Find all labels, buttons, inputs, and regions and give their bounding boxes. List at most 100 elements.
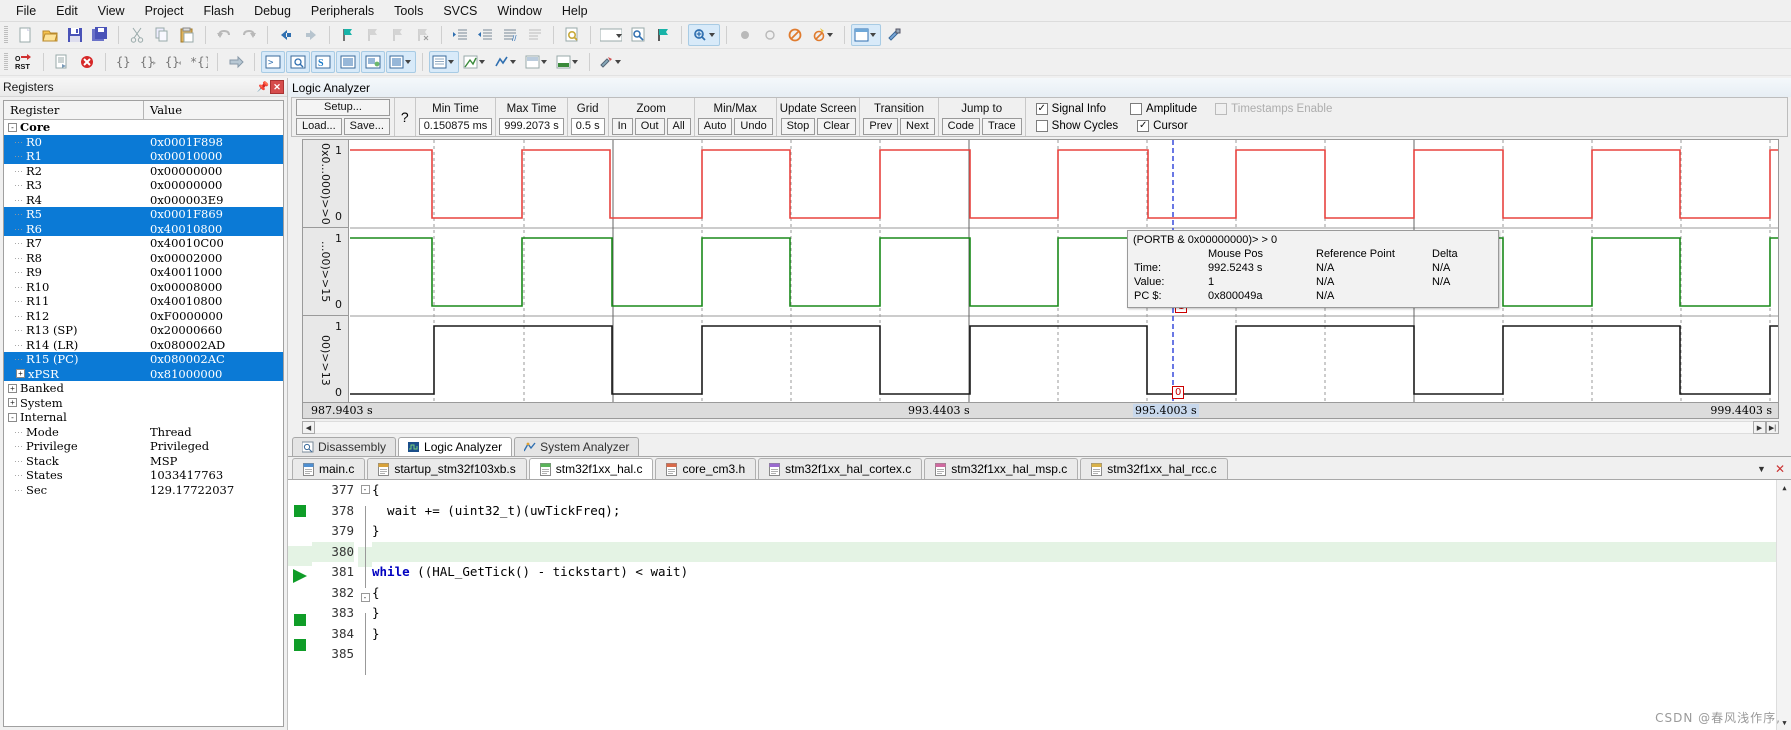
menu-item-peripherals[interactable]: Peripherals bbox=[301, 1, 384, 21]
comment-icon[interactable]: // bbox=[498, 24, 522, 46]
register-value[interactable]: 0x40010800 bbox=[144, 294, 222, 308]
menu-item-svcs[interactable]: SVCS bbox=[433, 1, 487, 21]
register-row[interactable]: ··· R3 0x00000000 bbox=[4, 178, 283, 193]
register-row[interactable]: ··· R8 0x00002000 bbox=[4, 251, 283, 266]
symbols-window-icon[interactable]: S bbox=[311, 51, 335, 73]
jump-to-trace-button[interactable]: Trace bbox=[981, 117, 1022, 135]
pc-marker[interactable] bbox=[288, 569, 312, 590]
register-value[interactable]: Thread bbox=[144, 425, 192, 439]
find-in-files-icon[interactable] bbox=[560, 24, 584, 46]
file-tab-stm32f1xx-hal-cortex-c[interactable]: stm32f1xx_hal_cortex.c bbox=[758, 458, 923, 479]
signal-label-2[interactable]: 00)>>13 bbox=[303, 316, 349, 402]
register-row[interactable]: ··· Stack MSP bbox=[4, 454, 283, 469]
code-line[interactable]: { bbox=[372, 480, 1791, 501]
window-layout-icon[interactable] bbox=[851, 24, 881, 46]
paste-icon[interactable] bbox=[175, 24, 199, 46]
collapse-icon[interactable]: - bbox=[8, 412, 17, 422]
minmax-auto-button[interactable]: Auto bbox=[697, 117, 733, 135]
register-value[interactable]: 0x00000000 bbox=[144, 178, 222, 192]
gutter-cell[interactable] bbox=[288, 480, 312, 501]
analysis-window-icon[interactable] bbox=[491, 51, 521, 73]
update-clear-button[interactable]: Clear bbox=[817, 117, 856, 135]
registers-tree[interactable]: Register Value - Core ··· R0 0x0001F898 ··· R1… bbox=[3, 100, 284, 727]
jump-to-code-button[interactable]: Code bbox=[941, 117, 980, 135]
register-value[interactable]: 0x00002000 bbox=[144, 251, 222, 265]
find-combo-box[interactable] bbox=[597, 24, 625, 46]
code-line[interactable]: } bbox=[372, 603, 1791, 624]
code-scroll-up-button[interactable]: ▲ bbox=[1777, 480, 1791, 495]
outdent-icon[interactable] bbox=[473, 24, 497, 46]
cut-icon[interactable] bbox=[125, 24, 149, 46]
code-line[interactable]: } bbox=[372, 521, 1791, 542]
zoom-in-button[interactable]: In bbox=[611, 117, 633, 135]
gutter-cell[interactable] bbox=[288, 659, 312, 680]
scroll-left-button[interactable]: ◀ bbox=[302, 421, 315, 434]
bookmark-clear-icon[interactable] bbox=[411, 24, 435, 46]
register-value[interactable]: 0x81000000 bbox=[144, 367, 222, 381]
step-out-icon[interactable]: {} bbox=[162, 51, 186, 73]
expand-icon[interactable]: + bbox=[16, 369, 25, 379]
fold-toggle[interactable]: - bbox=[358, 592, 372, 614]
watch-window-icon[interactable] bbox=[386, 51, 416, 73]
step-over-icon[interactable]: {} bbox=[137, 51, 161, 73]
min-time-value[interactable]: 0.150875 ms bbox=[418, 117, 493, 135]
register-value[interactable]: 0x000003E9 bbox=[144, 193, 223, 207]
cursor-checkbox[interactable]: ✓ bbox=[1137, 119, 1150, 132]
tab-system-analyzer[interactable]: System Analyzer bbox=[514, 437, 640, 456]
register-row[interactable]: - Internal bbox=[4, 410, 283, 425]
fold-toggle[interactable]: - bbox=[358, 485, 372, 506]
call-stack-window-icon[interactable] bbox=[361, 51, 385, 73]
open-file-icon[interactable] bbox=[38, 24, 62, 46]
breakpoint-marker[interactable] bbox=[288, 504, 312, 526]
register-row[interactable]: ··· R12 0xF0000000 bbox=[4, 309, 283, 324]
zoom-all-button[interactable]: All bbox=[666, 117, 691, 135]
register-value[interactable]: 0x0001F869 bbox=[144, 207, 223, 221]
setup-button[interactable]: Setup... bbox=[296, 99, 390, 116]
memory-window-icon[interactable] bbox=[429, 51, 459, 73]
file-tab-stm32f1xx-hal-c[interactable]: stm32f1xx_hal.c bbox=[528, 458, 654, 479]
file-tab-main-c[interactable]: main.c bbox=[292, 458, 366, 479]
register-row[interactable]: ··· R6 0x40010800 bbox=[4, 221, 283, 236]
code-line[interactable] bbox=[372, 541, 1791, 562]
register-row[interactable]: ··· R14 (LR) 0x080002AD bbox=[4, 338, 283, 353]
step-icon[interactable]: {} bbox=[112, 51, 136, 73]
menu-item-help[interactable]: Help bbox=[552, 1, 598, 21]
register-value[interactable]: 0x080002AC bbox=[144, 352, 225, 366]
run-to-cursor-icon[interactable]: *{} bbox=[187, 51, 211, 73]
register-row[interactable]: ··· Privilege Privileged bbox=[4, 439, 283, 454]
register-row[interactable]: ··· R10 0x00008000 bbox=[4, 280, 283, 295]
bookmark-next-icon[interactable] bbox=[386, 24, 410, 46]
menu-item-edit[interactable]: Edit bbox=[46, 1, 88, 21]
breakpoint-marker[interactable] bbox=[288, 638, 312, 660]
new-file-icon[interactable] bbox=[13, 24, 37, 46]
save-all-icon[interactable] bbox=[88, 24, 112, 46]
register-row[interactable]: ··· R13 (SP) 0x20000660 bbox=[4, 323, 283, 338]
register-value[interactable]: 0x20000660 bbox=[144, 323, 222, 337]
scroll-track[interactable] bbox=[315, 421, 1753, 434]
code-line[interactable]: while ((HAL_GetTick() - tickstart) < wai… bbox=[372, 562, 1791, 583]
code-line[interactable] bbox=[372, 644, 1791, 665]
transition-next-button[interactable]: Next bbox=[900, 117, 935, 135]
flag-icon[interactable] bbox=[651, 24, 675, 46]
gutter-cell[interactable] bbox=[288, 590, 312, 611]
file-tab-stm32f1xx-hal-msp-c[interactable]: stm32f1xx_hal_msp.c bbox=[924, 458, 1079, 479]
menu-item-window[interactable]: Window bbox=[487, 1, 551, 21]
copy-icon[interactable] bbox=[150, 24, 174, 46]
register-value[interactable]: 1033417763 bbox=[144, 468, 223, 482]
waveform-canvas[interactable]: 0x0...000)>>0 ...00)>>15 00)>>13 1 0 1 0… bbox=[302, 139, 1779, 403]
scroll-end-button[interactable]: ▶| bbox=[1766, 421, 1779, 434]
register-row[interactable]: ··· R0 0x0001F898 bbox=[4, 134, 283, 149]
file-tab-stm32f1xx-hal-rcc-c[interactable]: stm32f1xx_hal_rcc.c bbox=[1080, 458, 1228, 479]
code-line[interactable]: } bbox=[372, 624, 1791, 645]
register-value[interactable]: 0x40010C00 bbox=[144, 236, 224, 250]
register-row[interactable]: ··· R9 0x40011000 bbox=[4, 265, 283, 280]
signal-label-1[interactable]: ...00)>>15 bbox=[303, 228, 349, 316]
tab-disassembly[interactable]: Disassembly bbox=[292, 437, 397, 456]
expand-icon[interactable]: + bbox=[8, 383, 17, 393]
register-row[interactable]: ··· R7 0x40010C00 bbox=[4, 236, 283, 251]
find-go-icon[interactable] bbox=[626, 24, 650, 46]
bookmark-prev-icon[interactable] bbox=[361, 24, 385, 46]
record-start-icon[interactable] bbox=[733, 24, 757, 46]
register-value[interactable]: 0x00010000 bbox=[144, 149, 222, 163]
save-button[interactable]: Save... bbox=[343, 118, 390, 135]
